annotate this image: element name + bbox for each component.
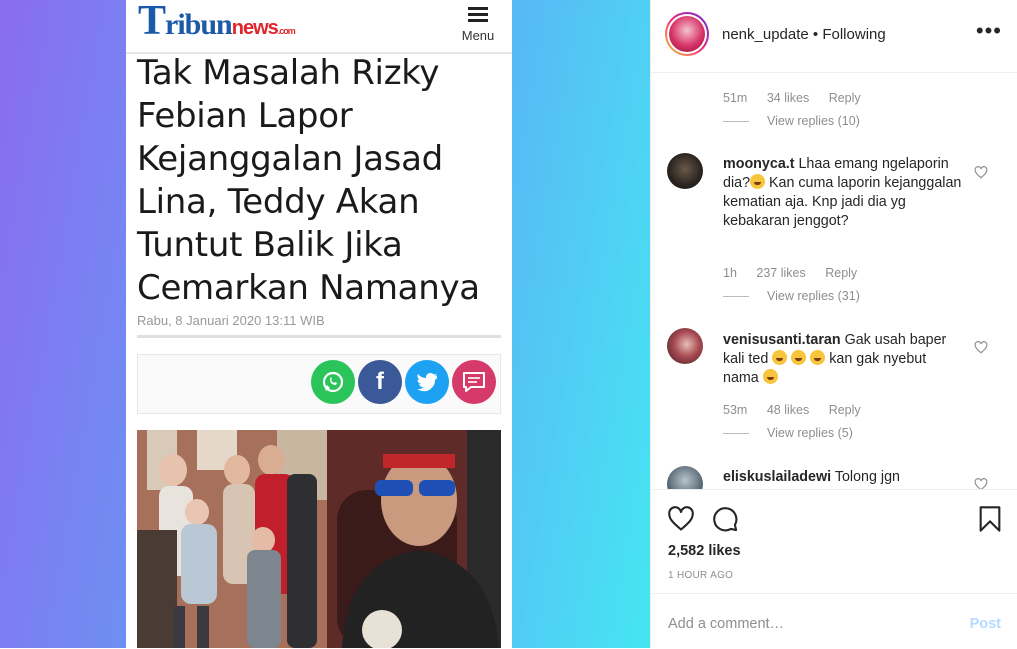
facebook-button[interactable]: f [358,360,402,404]
post-timestamp: 1 HOUR AGO [668,570,734,581]
likes-count[interactable]: 2,582 likes [668,543,741,559]
comment-username[interactable]: venisusanti.taran [723,332,841,348]
rofl-emoji-icon [791,350,807,365]
reply-button[interactable]: Reply [825,266,857,280]
rofl-emoji-icon [750,174,766,189]
whatsapp-icon [322,371,344,393]
article-screenshot: Tribunnews.com Menu Tak Masalah Rizky Fe… [126,0,512,648]
post-comment-button[interactable]: Post [970,616,1001,632]
twitter-icon [417,373,437,392]
twitter-button[interactable] [405,360,449,404]
comment-meta: 51m 34 likes Reply [723,91,861,105]
view-replies-button[interactable]: View replies (5) [723,426,853,440]
add-comment-input[interactable]: Add a comment… [668,616,784,632]
comment-username[interactable]: moonyca.t [723,156,795,172]
menu-button[interactable]: Menu [458,4,498,43]
hamburger-icon [468,7,488,22]
save-bookmark-icon[interactable] [978,505,1002,533]
article-photo [137,430,501,648]
avatar-image [669,16,705,52]
following-button[interactable]: Following [822,26,885,43]
post-header: nenk_update • Following ••• [651,0,1017,73]
reply-button[interactable]: Reply [829,403,861,417]
menu-label: Menu [461,28,495,43]
comment-username[interactable]: eliskuslailadewi [723,469,831,485]
tribun-header: Tribunnews.com Menu [126,0,512,54]
reply-button[interactable]: Reply [829,91,861,105]
commenter-avatar[interactable] [667,466,703,489]
more-options-icon[interactable]: ••• [976,20,1002,42]
commenter-avatar[interactable] [667,153,703,189]
comments-list: 51m 34 likes Reply View replies (10) moo… [651,73,1017,489]
avatar[interactable] [665,12,709,56]
facebook-icon: f [376,368,384,395]
comment-bubble-icon[interactable] [711,505,739,533]
comment-share-button[interactable] [452,360,496,404]
instagram-panel: nenk_update • Following ••• 51m 34 likes… [650,0,1017,648]
divider [137,335,501,338]
grinning-emoji-icon [762,369,778,384]
like-comment-heart-icon[interactable] [974,166,988,179]
comment-meta: 1h 237 likes Reply [723,266,858,280]
comment-text: moonyca.t Lhaa emang ngelaporin dia? Kan… [723,156,962,229]
like-heart-icon[interactable] [667,506,695,532]
comment-meta: 53m 48 likes Reply [723,403,861,417]
article-date: Rabu, 8 Januari 2020 13:11 WIB [137,313,325,328]
comment-icon [463,372,485,392]
commenter-avatar[interactable] [667,328,703,364]
view-replies-button[interactable]: View replies (10) [723,114,860,128]
like-comment-heart-icon[interactable] [974,341,988,354]
tribun-logo: Tribunnews.com [138,0,296,44]
add-comment-bar: Add a comment… Post [651,593,1017,649]
post-username: nenk_update • Following [722,26,886,43]
post-actions: 2,582 likes 1 HOUR AGO [651,489,1017,594]
article-photo-image [137,430,501,648]
article-headline: Tak Masalah Rizky Febian Lapor Kejanggal… [137,53,480,308]
comment-text: venisusanti.taran Gak usah baper kali te… [723,332,947,386]
whatsapp-button[interactable] [311,360,355,404]
comment-text: eliskuslailadewi Tolong jgn [723,469,900,485]
username-link[interactable]: nenk_update [722,26,809,43]
view-replies-button[interactable]: View replies (31) [723,289,860,303]
like-comment-heart-icon[interactable] [974,478,988,489]
rofl-emoji-icon [772,350,788,365]
rofl-emoji-icon [810,350,826,365]
share-bar: f [137,354,501,414]
